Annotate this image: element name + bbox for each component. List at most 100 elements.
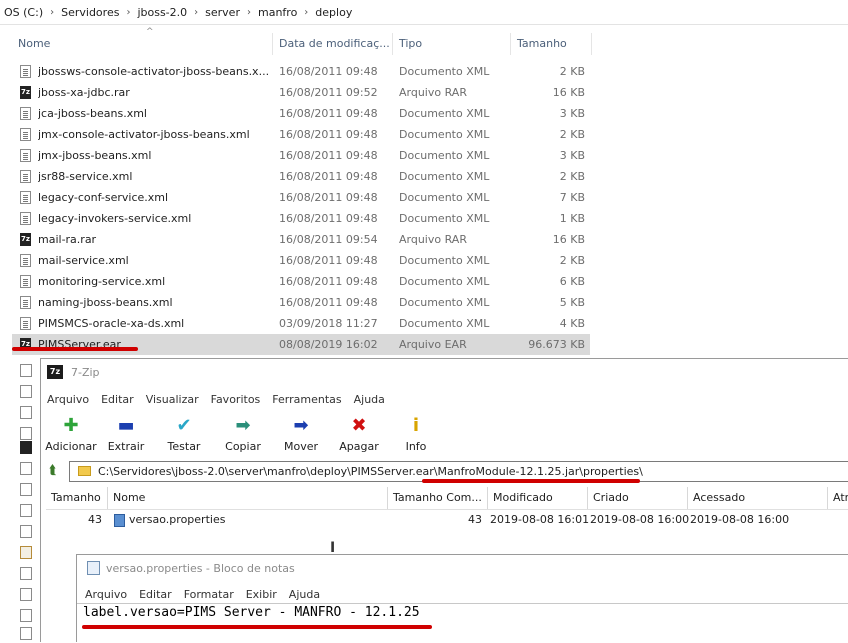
file-size: 1 KB	[559, 212, 585, 225]
menu-item-exibir[interactable]: Exibir	[240, 588, 283, 601]
xml-file-icon	[20, 483, 32, 496]
file-row[interactable]: legacy-conf-service.xml 16/08/2011 09:48 D…	[12, 187, 590, 208]
xml-file-icon	[20, 191, 31, 204]
check-icon: ✔	[176, 415, 192, 436]
menu-item-arquivo[interactable]: Arquivo	[41, 393, 95, 406]
toolbar-button-copiar[interactable]: ➡ Copiar	[213, 413, 273, 457]
file-row[interactable]: jmx-jboss-beans.xml 16/08/2011 09:48 Docum…	[12, 145, 590, 166]
column-header-attributes[interactable]: Atri	[828, 487, 848, 509]
file-row[interactable]: jsr88-service.xml 16/08/2011 09:48 Documen…	[12, 166, 590, 187]
file-row[interactable]: jca-jboss-beans.xml 16/08/2011 09:48 Docum…	[12, 103, 590, 124]
file-row[interactable]: legacy-invokers-service.xml 16/08/2011 09…	[12, 208, 590, 229]
file-type: Documento XML	[399, 275, 490, 288]
file-size: 3 KB	[559, 107, 585, 120]
chevron-right-icon: ›	[194, 6, 199, 18]
file-list-header: ^ Nome Data de modificaç... Tipo Tamanho	[12, 27, 592, 55]
column-header-size[interactable]: Tamanho	[511, 33, 592, 55]
file-row[interactable]: mail-service.xml 16/08/2011 09:48 Document…	[12, 250, 590, 271]
xml-file-icon	[20, 212, 31, 225]
file-row[interactable]: monitoring-service.xml 16/08/2011 09:48 Do…	[12, 271, 590, 292]
breadcrumb[interactable]: OS (C:) › Servidores › jboss-2.0 › server › …	[0, 0, 848, 25]
file-name: legacy-conf-service.xml	[38, 191, 169, 204]
column-header-date[interactable]: Data de modificaç...	[273, 33, 393, 55]
menu-item-favoritos[interactable]: Favoritos	[205, 393, 267, 406]
file-date: 16/08/2011 09:48	[279, 170, 378, 183]
menu-item-visualizar[interactable]: Visualizar	[140, 393, 205, 406]
window-title: 7-Zip	[71, 365, 100, 379]
column-header-type[interactable]: Tipo	[393, 33, 511, 55]
column-header-created[interactable]: Criado	[588, 487, 688, 509]
xml-file-icon	[20, 170, 31, 183]
toolbar-button-extrair[interactable]: ▬ Extrair	[96, 413, 156, 457]
menu-item-editar[interactable]: Editar	[133, 588, 178, 601]
column-header-accessed[interactable]: Acessado	[688, 487, 828, 509]
file-date: 16/08/2011 09:48	[279, 296, 378, 309]
cell-modified: 2019-08-08 16:01	[490, 513, 590, 526]
file-type: Documento XML	[399, 212, 490, 225]
menu-item-ajuda[interactable]: Ajuda	[348, 393, 391, 406]
file-row[interactable]: 7z mail-ra.rar 16/08/2011 09:54 Arquivo RAR…	[12, 229, 590, 250]
xml-file-icon	[20, 567, 32, 580]
file-size: 2 KB	[559, 65, 585, 78]
file-name: jmx-jboss-beans.xml	[38, 149, 152, 162]
column-header-name[interactable]: Nome	[108, 487, 388, 509]
chevron-right-icon: ›	[246, 6, 251, 18]
breadcrumb-item[interactable]: jboss-2.0	[133, 6, 191, 19]
column-header-name[interactable]: Nome	[12, 33, 273, 55]
folder-up-icon[interactable]: ⮬	[45, 463, 61, 479]
menu-item-formatar[interactable]: Formatar	[178, 588, 240, 601]
file-size: 96.673 KB	[528, 338, 585, 351]
file-name: PIMSMCS-oracle-xa-ds.xml	[38, 317, 185, 330]
file-name: jboss-xa-jdbc.rar	[38, 86, 130, 99]
file-row[interactable]: naming-jboss-beans.xml 16/08/2011 09:48 Do…	[12, 292, 590, 313]
breadcrumb-item[interactable]: manfro	[254, 6, 301, 19]
folder-icon	[78, 466, 91, 476]
menu-bar: Arquivo Editar Visualizar Favoritos Ferr…	[41, 389, 848, 409]
menu-item-ajuda[interactable]: Ajuda	[283, 588, 326, 601]
column-header-size[interactable]: Tamanho	[46, 487, 108, 509]
delete-x-icon: ✖	[351, 415, 367, 436]
menu-item-arquivo[interactable]: Arquivo	[79, 588, 133, 601]
file-row[interactable]: 7z PIMSServer.ear 08/08/2019 16:02 Arquivo …	[12, 334, 590, 355]
file-row[interactable]: jbossws-console-activator-jboss-beans.x.…	[12, 61, 590, 82]
file-row[interactable]: PIMSMCS-oracle-xa-ds.xml 03/09/2018 11:27…	[12, 313, 590, 334]
file-size: 16 KB	[552, 86, 585, 99]
menu-item-editar[interactable]: Editar	[95, 393, 140, 406]
toolbar-button-adicionar[interactable]: ✚ Adicionar	[41, 413, 101, 457]
toolbar-button-mover[interactable]: ➡ Mover	[271, 413, 331, 457]
file-name: jca-jboss-beans.xml	[38, 107, 147, 120]
file-date: 16/08/2011 09:48	[279, 107, 378, 120]
toolbar-button-apagar[interactable]: ✖ Apagar	[329, 413, 389, 457]
plus-icon: ✚	[63, 415, 79, 436]
red-underline-annotation	[422, 479, 640, 483]
text-editor[interactable]: label.versao=PIMS Server - MANFRO - 12.1…	[77, 603, 848, 643]
menu-item-ferramentas[interactable]: Ferramentas	[266, 393, 347, 406]
file-name: versao.properties	[129, 513, 226, 526]
breadcrumb-item[interactable]: server	[201, 6, 244, 19]
file-row[interactable]: jmx-console-activator-jboss-beans.xml 16/…	[12, 124, 590, 145]
xml-file-icon	[20, 128, 31, 141]
breadcrumb-item[interactable]: OS (C:)	[0, 6, 47, 19]
title-bar: 7z 7-Zip	[41, 359, 848, 385]
toolbar-button-label: Adicionar	[45, 440, 97, 453]
toolbar-button-label: Copiar	[225, 440, 261, 453]
toolbar-button-info[interactable]: i Info	[386, 413, 446, 457]
cell-size: 43	[88, 513, 102, 526]
file-type: Arquivo RAR	[399, 86, 467, 99]
notepad-icon	[87, 561, 100, 575]
file-size: 16 KB	[552, 233, 585, 246]
notepad-window: versao.properties - Bloco de notas Arqui…	[76, 554, 848, 642]
breadcrumb-item[interactable]: deploy	[311, 6, 356, 19]
file-type: Documento XML	[399, 107, 490, 120]
toolbar-button-testar[interactable]: ✔ Testar	[154, 413, 214, 457]
breadcrumb-item[interactable]: Servidores	[57, 6, 123, 19]
xml-file-icon	[20, 462, 32, 475]
7zip-logo-icon: 7z	[47, 365, 63, 379]
7zip-archive-icon	[20, 441, 32, 454]
file-type: Documento XML	[399, 191, 490, 204]
file-row[interactable]: 7z jboss-xa-jdbc.rar 16/08/2011 09:52 Arqui…	[12, 82, 590, 103]
column-header-modified[interactable]: Modificado	[488, 487, 588, 509]
table-row[interactable]: 43 versao.properties 43 2019-08-08 16:01…	[46, 510, 848, 530]
column-header-packed-size[interactable]: Tamanho Com...	[388, 487, 488, 509]
file-size: 6 KB	[559, 275, 585, 288]
